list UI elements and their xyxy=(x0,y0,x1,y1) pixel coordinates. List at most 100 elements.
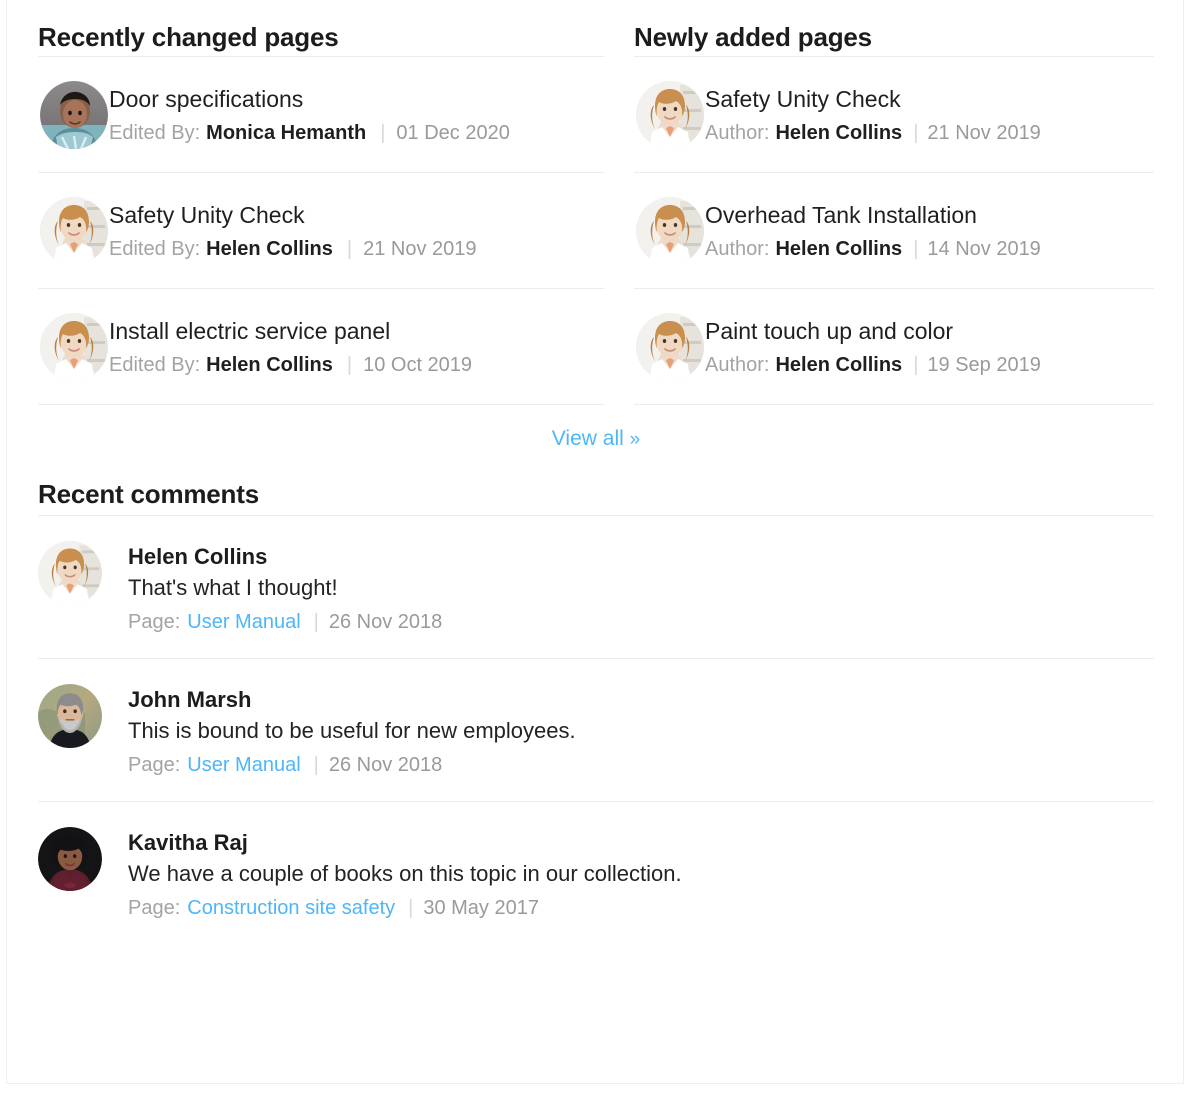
recently-changed-pages-title: Recently changed pages xyxy=(38,22,339,52)
page-meta: Author: Helen Collins | 21 Nov 2019 xyxy=(705,120,1154,146)
page-list-item[interactable]: Safety Unity Check Edited By: Helen Coll… xyxy=(38,173,604,288)
meta-label: Edited By: xyxy=(109,121,201,144)
view-all-wrap: View all » xyxy=(38,405,1154,461)
page-list-item-body: Paint touch up and color Author: Helen C… xyxy=(705,317,1154,378)
comment-page-link[interactable]: User Manual xyxy=(187,752,300,778)
comment-meta: Page: User Manual | 26 Nov 2018 xyxy=(128,752,1154,778)
page-list-item-body: Overhead Tank Installation Author: Helen… xyxy=(705,201,1154,262)
page-list-item[interactable]: Install electric service panel Edited By… xyxy=(38,289,604,404)
avatar-wrap xyxy=(634,313,705,381)
meta-separator: | xyxy=(380,121,386,144)
comment-meta: Page: Construction site safety | 30 May … xyxy=(128,895,1154,921)
meta-user: Helen Collins xyxy=(206,353,333,376)
avatar-wrap xyxy=(634,81,705,149)
meta-date: 14 Nov 2019 xyxy=(927,237,1041,260)
page-meta: Edited By: Helen Collins | 21 Nov 2019 xyxy=(109,236,604,262)
comment-list-item: Kavitha Raj We have a couple of books on… xyxy=(38,802,1154,944)
meta-separator: | xyxy=(346,237,353,260)
content-card: Recently changed pages Door specificatio… xyxy=(6,0,1184,1084)
recently-changed-pages-column: Recently changed pages Door specificatio… xyxy=(38,20,604,405)
comment-meta: Page: User Manual | 26 Nov 2018 xyxy=(128,609,1154,635)
recent-comments-title: Recent comments xyxy=(38,479,259,509)
page-list-item[interactable]: Overhead Tank Installation Author: Helen… xyxy=(634,173,1154,288)
comment-page-link[interactable]: User Manual xyxy=(187,609,300,635)
page-link[interactable]: Safety Unity Check xyxy=(705,85,1154,114)
meta-separator: | xyxy=(913,237,919,260)
page-link[interactable]: Install electric service panel xyxy=(109,317,604,346)
meta-user: Helen Collins xyxy=(775,237,903,260)
page-list-item-body: Install electric service panel Edited By… xyxy=(109,317,604,378)
avatar-helen-collins xyxy=(38,541,102,605)
comment-list-item: John Marsh This is bound to be useful fo… xyxy=(38,659,1154,801)
meta-label: Author: xyxy=(705,121,770,144)
avatar-wrap xyxy=(38,313,109,381)
meta-user: Monica Hemanth xyxy=(206,121,367,144)
page-meta: Author: Helen Collins | 19 Sep 2019 xyxy=(705,352,1154,378)
meta-date: 21 Nov 2019 xyxy=(927,121,1041,144)
meta-user: Helen Collins xyxy=(775,353,903,376)
meta-date: 21 Nov 2019 xyxy=(363,237,477,260)
comment-date: 30 May 2017 xyxy=(423,897,539,919)
avatar-helen-collins xyxy=(635,197,704,265)
avatar-wrap xyxy=(38,541,128,605)
avatar-wrap xyxy=(38,684,128,748)
page-label: Page: xyxy=(128,754,181,776)
meta-label: Edited By: xyxy=(109,353,201,376)
page-list-item-body: Safety Unity Check Edited By: Helen Coll… xyxy=(109,201,604,262)
comment-author: John Marsh xyxy=(128,687,252,712)
comment-list-item: Helen Collins That's what I thought! Pag… xyxy=(38,516,1154,658)
pages-region: Recently changed pages Door specificatio… xyxy=(38,0,1154,405)
avatar-helen-collins xyxy=(39,197,108,265)
meta-date: 19 Sep 2019 xyxy=(927,353,1041,376)
page-label: Page: xyxy=(128,897,181,919)
page-link[interactable]: Overhead Tank Installation xyxy=(705,201,1154,230)
avatar-helen-collins xyxy=(635,313,704,381)
avatar-helen-collins xyxy=(635,81,704,149)
page-link[interactable]: Paint touch up and color xyxy=(705,317,1154,346)
page-label: Page: xyxy=(128,611,181,633)
page-list-item-body: Safety Unity Check Author: Helen Collins… xyxy=(705,85,1154,146)
comment-body: Kavitha Raj We have a couple of books on… xyxy=(128,827,1154,921)
page-link[interactable]: Safety Unity Check xyxy=(109,201,604,230)
meta-user: Helen Collins xyxy=(206,237,333,260)
recent-comments-region: Recent comments Helen Collins That's wha… xyxy=(38,461,1154,944)
page-meta: Edited By: Helen Collins | 10 Oct 2019 xyxy=(109,352,604,378)
avatar-wrap xyxy=(38,827,128,891)
newly-added-pages-column: Newly added pages Safety Unity Check Aut… xyxy=(634,20,1154,405)
page-meta: Edited By: Monica Hemanth | 01 Dec 2020 xyxy=(109,120,604,146)
avatar-kavitha-raj xyxy=(38,827,102,891)
meta-separator: | xyxy=(913,121,919,144)
meta-separator: | xyxy=(313,611,319,633)
comment-text: We have a couple of books on this topic … xyxy=(128,861,682,886)
avatar-wrap xyxy=(38,197,109,265)
avatar-wrap xyxy=(634,197,705,265)
page-list-item[interactable]: Safety Unity Check Author: Helen Collins… xyxy=(634,57,1154,172)
comment-text: This is bound to be useful for new emplo… xyxy=(128,718,576,743)
row-divider xyxy=(38,404,604,405)
view-all-link[interactable]: View all » xyxy=(552,427,640,450)
page-list-item[interactable]: Paint touch up and color Author: Helen C… xyxy=(634,289,1154,404)
page-link[interactable]: Door specifications xyxy=(109,85,604,114)
comment-page-link[interactable]: Construction site safety xyxy=(187,895,395,921)
meta-date: 10 Oct 2019 xyxy=(363,353,473,376)
dashboard-panel: Recently changed pages Door specificatio… xyxy=(0,0,1190,1098)
page-list-item[interactable]: Door specifications Edited By: Monica He… xyxy=(38,57,604,172)
comment-body: Helen Collins That's what I thought! Pag… xyxy=(128,541,1154,635)
meta-separator: | xyxy=(313,754,319,776)
double-chevron-right-icon: » xyxy=(629,429,641,450)
meta-date: 01 Dec 2020 xyxy=(396,121,510,144)
meta-user: Helen Collins xyxy=(775,121,903,144)
avatar-wrap xyxy=(38,81,109,149)
meta-separator: | xyxy=(346,353,353,376)
meta-label: Edited By: xyxy=(109,237,201,260)
avatar-helen-collins xyxy=(39,313,108,381)
comment-body: John Marsh This is bound to be useful fo… xyxy=(128,684,1154,778)
row-divider xyxy=(634,404,1154,405)
page-list-item-body: Door specifications Edited By: Monica He… xyxy=(109,85,604,146)
page-meta: Author: Helen Collins | 14 Nov 2019 xyxy=(705,236,1154,262)
view-all-label: View all xyxy=(551,427,624,450)
comment-date: 26 Nov 2018 xyxy=(328,611,443,633)
avatar-john-marsh xyxy=(38,684,102,748)
avatar-monica-hemanth xyxy=(39,81,108,149)
meta-label: Author: xyxy=(705,237,770,260)
